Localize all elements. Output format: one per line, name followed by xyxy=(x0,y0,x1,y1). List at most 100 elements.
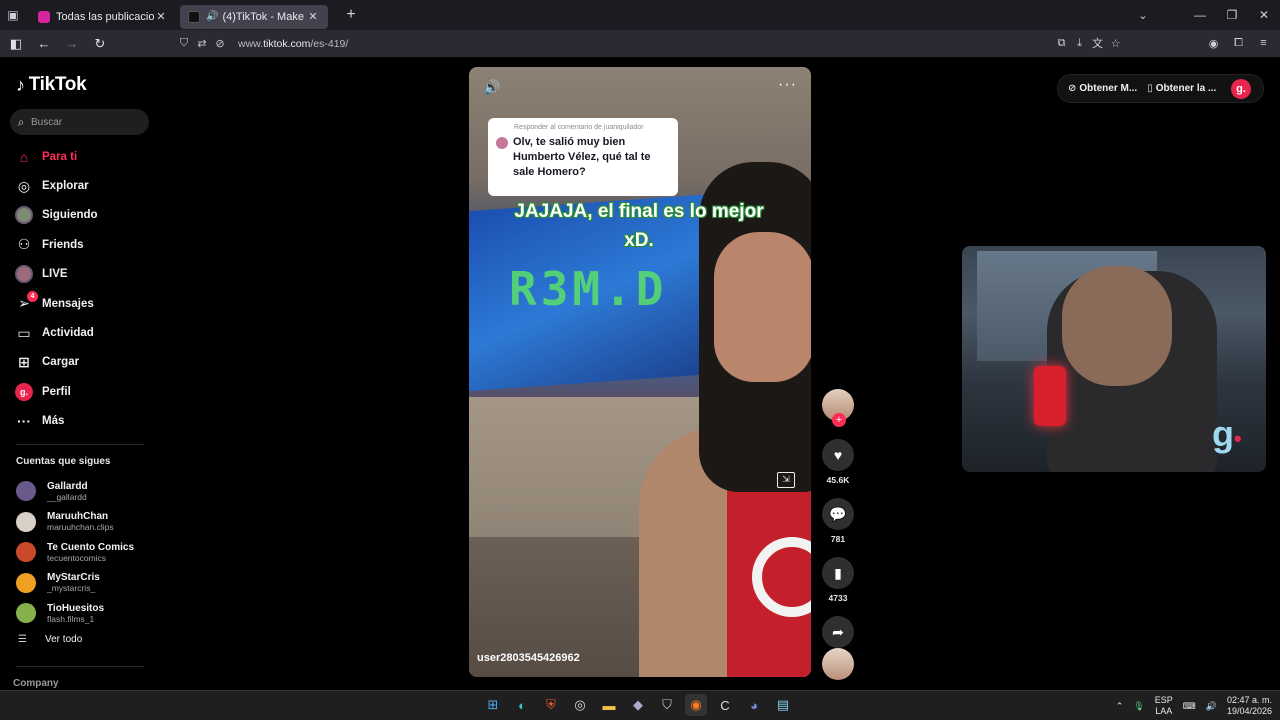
avatar xyxy=(16,481,36,502)
account-handle: flash.films_1 xyxy=(47,613,95,624)
minimize-icon[interactable]: — xyxy=(1184,0,1216,30)
audio-playing-icon[interactable]: 🔊 xyxy=(206,11,218,22)
discord-icon[interactable]: ◕ xyxy=(743,694,765,716)
url-text: www.tiktok.com/es-419/ xyxy=(238,37,349,50)
following-account[interactable]: Te Cuento Comics tecuentocomics xyxy=(16,537,166,568)
shield-app-icon[interactable]: ⛉ xyxy=(656,694,678,716)
chevron-down-icon[interactable]: ⌄ xyxy=(1128,0,1158,30)
account-name: MyStarCris xyxy=(47,572,100,584)
see-all-link[interactable]: ☰ Ver todo xyxy=(18,634,82,645)
get-desktop-app-button[interactable]: Obtener M... xyxy=(1079,83,1137,94)
close-tab-icon[interactable]: ✕ xyxy=(306,10,320,23)
profile-avatar[interactable]: g. xyxy=(1231,79,1251,99)
sidebar-toggle-icon[interactable]: ◧ xyxy=(4,32,28,56)
tab-instagram[interactable]: Todas las publicaciones • Instag ✕ xyxy=(30,5,176,29)
volume-icon[interactable]: 🔊 xyxy=(1206,701,1217,712)
menu-icon[interactable]: ≡ xyxy=(1257,32,1270,54)
sidebar-item-live[interactable]: LIVE xyxy=(14,260,164,289)
sidebar-item-friends[interactable]: ⚇ Friends xyxy=(14,230,164,259)
steam-icon[interactable]: ◆ xyxy=(627,694,649,716)
logo-text: TikTok xyxy=(28,74,87,95)
bookmark-icon[interactable]: ▮ xyxy=(822,557,854,589)
close-tab-icon[interactable]: ✕ xyxy=(154,10,168,23)
sidebar-item-mensajes[interactable]: ➢ 4 Mensajes xyxy=(14,289,164,318)
translate-icon[interactable]: 文 xyxy=(1091,32,1104,54)
volume-icon[interactable]: 🔊 xyxy=(483,79,500,96)
address-bar-actions: ⧉ ⤓ 文 ☆ xyxy=(1055,32,1122,54)
account-name: MaruuhChan xyxy=(47,511,109,523)
following-avatar-icon xyxy=(14,205,34,225)
notepad-icon[interactable]: ▤ xyxy=(772,694,794,716)
comment-action: 💬 781 xyxy=(821,498,855,544)
sidebar-item-cargar[interactable]: ⊞ Cargar xyxy=(14,348,164,377)
shield-icon[interactable]: ⛉ xyxy=(176,37,192,50)
sidebar-item-mas[interactable]: ··· Más xyxy=(14,407,164,436)
taskbar-apps: ⊞ ◐ ⛨ ◎ ▬ ◆ ⛉ ◉ C ◕ ▤ xyxy=(482,694,794,716)
system-tray: ⌃ 🎙 ESP LAA ⌨ 🔊 02:47 a. m. 19/04/2026 xyxy=(1116,691,1272,720)
extensions-icon[interactable]: ⧠ xyxy=(1232,32,1245,54)
toolbar-right: ◉ ⧠ ≡ xyxy=(1207,32,1270,54)
sidebar-item-para-ti[interactable]: ⌂ Para ti xyxy=(14,142,164,171)
video-player[interactable]: R3M.D 🔊 ··· Responder al comentario de j… xyxy=(469,67,811,677)
microphone-icon[interactable]: 🎙 xyxy=(1133,701,1144,712)
following-title: Cuentas que sigues xyxy=(16,456,111,467)
chrome-icon[interactable]: ◎ xyxy=(569,694,591,716)
comment-icon[interactable]: 💬 xyxy=(822,498,854,530)
desktop-app-icon: ⊘ xyxy=(1068,83,1077,94)
file-explorer-icon[interactable]: ▬ xyxy=(598,694,620,716)
following-account[interactable]: MyStarCris _mystarcris_ xyxy=(16,568,166,599)
picture-in-picture-icon[interactable]: ⧉ xyxy=(1055,32,1068,54)
more-options-icon[interactable]: ··· xyxy=(778,76,797,94)
chevron-up-icon[interactable]: ⌃ xyxy=(1116,701,1124,712)
windows-start-icon[interactable]: ⊞ xyxy=(482,694,504,716)
tab-list-icon[interactable]: ▣ xyxy=(0,0,26,30)
company-section-title: Company xyxy=(13,678,59,689)
save-page-icon[interactable]: ⤓ xyxy=(1073,32,1086,54)
clock-time: 02:47 a. m. xyxy=(1226,695,1272,705)
ccleaner-icon[interactable]: C xyxy=(714,694,736,716)
brave-icon[interactable]: ⛨ xyxy=(540,694,562,716)
firefox-icon[interactable]: ◉ xyxy=(685,694,707,716)
following-account[interactable]: TioHuesitos flash.films_1 xyxy=(16,598,166,629)
maximize-icon[interactable]: ❐ xyxy=(1216,0,1248,30)
picture-in-picture-icon[interactable]: ⇲ xyxy=(777,472,795,488)
address-bar[interactable]: ⛉ ⇄ ⊘ www.tiktok.com/es-419/ xyxy=(176,32,1126,55)
autoplay-blocked-icon[interactable]: ⊘ xyxy=(212,37,228,50)
edge-icon[interactable]: ◐ xyxy=(511,694,533,716)
network-icon[interactable]: ⌨ xyxy=(1183,701,1196,712)
get-app-bar: ⊘ Obtener M... ▯ Obtener la ... g. xyxy=(1057,74,1264,103)
get-mobile-app-button[interactable]: Obtener la ... xyxy=(1156,83,1217,94)
like-count: 45.6K xyxy=(826,475,850,485)
account-icon[interactable]: ◉ xyxy=(1207,32,1220,54)
creator-avatar[interactable]: + xyxy=(822,389,854,427)
language-indicator[interactable]: ESP LAA xyxy=(1155,695,1173,717)
share-icon[interactable]: ➦ xyxy=(822,616,854,648)
search-input[interactable]: ⌕ Buscar xyxy=(10,109,149,135)
sidebar-item-siguiendo[interactable]: Siguiendo xyxy=(14,201,164,230)
forward-icon[interactable]: → xyxy=(60,32,84,56)
new-tab-icon[interactable]: + xyxy=(338,3,364,27)
permissions-icon[interactable]: ⇄ xyxy=(194,37,210,50)
follow-plus-icon[interactable]: + xyxy=(832,413,846,427)
avatar xyxy=(16,511,36,532)
heart-icon[interactable]: ♥ xyxy=(822,439,854,471)
following-account[interactable]: Gallardd __gallardd xyxy=(16,476,166,507)
tiktok-logo[interactable]: ♪ TikTok xyxy=(16,74,87,96)
reload-icon[interactable]: ↻ xyxy=(88,32,112,56)
sidebar-item-actividad[interactable]: ▭ Actividad xyxy=(14,318,164,347)
tab-tiktok[interactable]: 🔊 (4)TikTok - Make Your Day ✕ xyxy=(180,4,328,29)
clock[interactable]: 02:47 a. m. 19/04/2026 xyxy=(1227,695,1272,717)
back-icon[interactable]: ← xyxy=(32,32,56,56)
caption-line: JAJAJA, el final es lo mejor xyxy=(514,201,764,222)
video-author-username[interactable]: user2803545426962 xyxy=(477,652,580,664)
music-disc-avatar[interactable] xyxy=(822,648,854,680)
account-handle: tecuentocomics xyxy=(47,552,107,563)
save-action: ▮ 4733 xyxy=(821,557,855,603)
following-account[interactable]: MaruuhChan maruuhchan.clips xyxy=(16,507,166,538)
close-window-icon[interactable]: ✕ xyxy=(1248,0,1280,30)
sidebar-item-perfil[interactable]: g. Perfil xyxy=(14,377,164,406)
avatar xyxy=(16,572,36,593)
sidebar-item-explorar[interactable]: ◎ Explorar xyxy=(14,171,164,200)
phone-icon: ▯ xyxy=(1147,83,1153,94)
bookmark-star-icon[interactable]: ☆ xyxy=(1109,32,1122,54)
